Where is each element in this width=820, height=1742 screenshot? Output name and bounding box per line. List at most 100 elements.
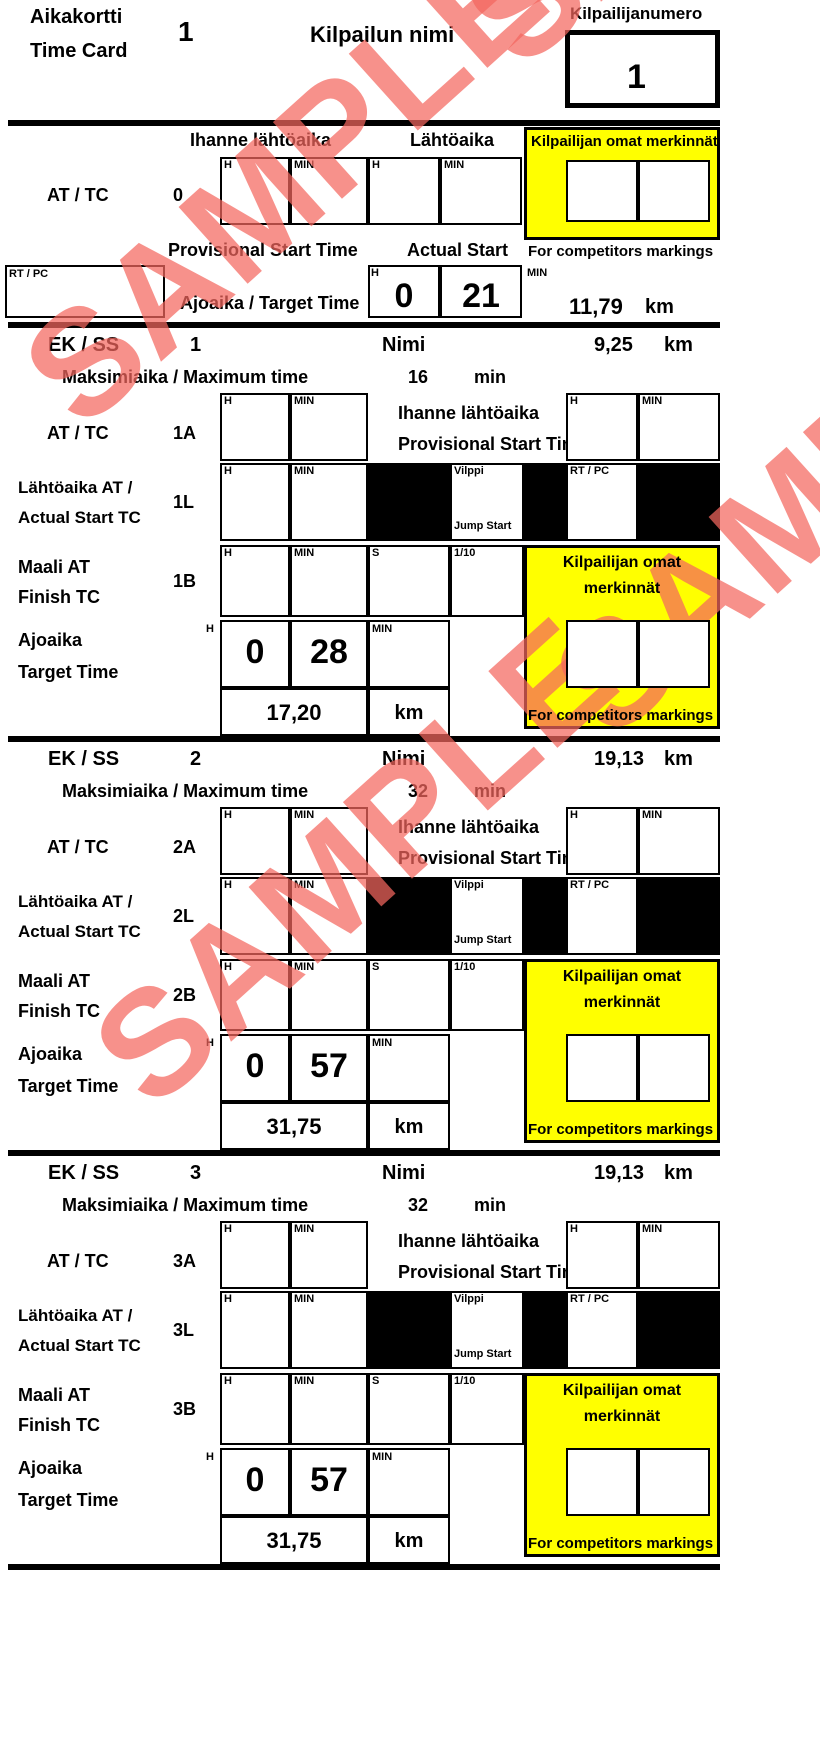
finish-code-2: 2B [173, 985, 197, 1005]
maksimiaika-label-1: Maksimiaika / Maximum time [62, 367, 309, 387]
provisional-start-time-label-2: Provisional Start Time [398, 848, 588, 868]
min-label-ideal-header: MIN [294, 159, 315, 171]
h-label-ajoaika-1: H [206, 623, 214, 635]
ajoaika-min-value-1: 28 [310, 633, 348, 671]
black-filler-start-3 [368, 1291, 450, 1369]
start-code-1: 1L [173, 492, 195, 512]
finish-tc-label-1: Finish TC [18, 587, 100, 607]
min-label-finish-2: MIN [294, 961, 315, 973]
max-time-value-3: 32 [408, 1195, 429, 1215]
h-label-prov-1: H [570, 395, 578, 407]
nimi-label-1: Nimi [382, 334, 426, 356]
at-tc-label-2: AT / TC [47, 837, 109, 857]
ajoaika-h-value-3: 0 [245, 1461, 265, 1499]
h-label-start-1: H [224, 465, 232, 477]
h-label-ideal-header: H [224, 159, 232, 171]
h-label-finish-3: H [224, 1375, 232, 1387]
kilpailijan-omat-2: Kilpailijan omat [562, 968, 682, 985]
min-label-ajoaika-1: MIN [372, 623, 393, 635]
h-label-at-2: H [224, 809, 232, 821]
finish-s-box-1[interactable] [368, 545, 450, 617]
provisional-start-time-label-1: Provisional Start Time [398, 434, 588, 454]
header-distance-unit: km [645, 296, 674, 318]
tenth-label-finish-2: 1/10 [454, 961, 476, 973]
event-name-label: Kilpailun nimi [310, 22, 455, 47]
lahtoaika-label: Lähtöaika [410, 130, 495, 150]
ihanne-lahtoaika-label-2: Ihanne lähtöaika [398, 817, 540, 837]
provisional-start-time-label-3: Provisional Start Time [398, 1262, 588, 1282]
competitor-markings-cell-1[interactable] [566, 160, 638, 222]
header-divider [8, 120, 720, 126]
road-distance-value-3: 31,75 [266, 1528, 322, 1553]
competitor-markings-cell-3-a[interactable] [566, 1448, 638, 1516]
finish-s-box-2[interactable] [368, 959, 450, 1031]
ajoaika-h-value-1: 0 [245, 633, 265, 671]
actual-start-tc-label-3: Actual Start TC [18, 1336, 141, 1355]
jump-start-label-3: Jump Start [454, 1348, 512, 1360]
min-label-start-1: MIN [294, 465, 315, 477]
stage-distance-1: 9,25 [594, 334, 633, 356]
s-label-finish-3: S [372, 1375, 380, 1387]
road-distance-value-1: 17,20 [266, 700, 322, 725]
min-label-ajoaika-2: MIN [372, 1037, 393, 1049]
min-label-finish-3: MIN [294, 1375, 315, 1387]
stage-2-divider [8, 1150, 720, 1156]
rt-pc-label-1: RT / PC [570, 465, 610, 477]
at-tc-code-header: 0 [173, 185, 184, 205]
min-label-at-2: MIN [294, 809, 315, 821]
sample-watermark-1: SAMPLE [0, 0, 578, 457]
black-filler-start-2b [524, 877, 566, 955]
actual-start-label: Actual Start [407, 240, 509, 260]
competitor-markings-cell-1-a[interactable] [566, 620, 638, 688]
jump-start-label-2: Jump Start [454, 934, 512, 946]
h-label-start-2: H [224, 879, 232, 891]
competitor-markings-cell-2-a[interactable] [566, 1034, 638, 1102]
stage-number-1: 1 [190, 334, 202, 356]
min-label-finish-1: MIN [294, 547, 315, 559]
stage-distance-unit-2: km [664, 748, 693, 770]
min-label-at-1: MIN [294, 395, 315, 407]
maksimiaika-label-3: Maksimiaika / Maximum time [62, 1195, 309, 1215]
vilppi-label-2: Vilppi [454, 879, 484, 891]
start-code-2: 2L [173, 906, 195, 926]
at-tc-label-1: AT / TC [47, 423, 109, 443]
nimi-label-2: Nimi [382, 748, 426, 770]
h-label-at-1: H [224, 395, 232, 407]
ajoaika-min-value-2: 57 [310, 1047, 348, 1085]
competitor-markings-cell-2[interactable] [638, 160, 710, 222]
ajoaika-label-1: Ajoaika [18, 630, 83, 650]
max-time-value-2: 32 [408, 781, 429, 801]
competitor-markings-cell-1-b[interactable] [638, 620, 710, 688]
maali-at-label-2: Maali AT [18, 971, 91, 991]
finish-s-box-3[interactable] [368, 1373, 450, 1445]
competitor-markings-cell-3-b[interactable] [638, 1448, 710, 1516]
min-label-prov-2: MIN [642, 809, 663, 821]
h-label-prov-2: H [570, 809, 578, 821]
for-competitors-markings-3: For competitors markings [528, 1535, 714, 1552]
rt-pc-label-2: RT / PC [570, 879, 610, 891]
finish-code-1: 1B [173, 571, 197, 591]
lahtoaika-at-label-2: Lähtöaika AT / [18, 892, 133, 911]
at-code-3: 3A [173, 1251, 197, 1271]
at-code-1: 1A [173, 423, 197, 443]
maali-at-label-1: Maali AT [18, 557, 91, 577]
for-competitors-markings-2: For competitors markings [528, 1121, 714, 1138]
h-label-finish-1: H [224, 547, 232, 559]
black-filler-start-1b [524, 463, 566, 541]
for-competitors-markings-header: For competitors markings [528, 243, 714, 260]
min-label-prov-3: MIN [642, 1223, 663, 1235]
min-label-target-header: MIN [527, 267, 548, 279]
competitor-number: 1 [627, 58, 646, 96]
header-bottom-divider [8, 322, 720, 328]
ajoaika-h-value-2: 0 [245, 1047, 265, 1085]
competitor-number-label: Kilpailijanumero [570, 4, 703, 23]
h-label-ajoaika-2: H [206, 1037, 214, 1049]
black-filler-start-3c [638, 1291, 720, 1369]
finish-code-3: 3B [173, 1399, 197, 1419]
ek-ss-label-3: EK / SS [48, 1162, 120, 1184]
for-competitors-markings-1: For competitors markings [528, 707, 714, 724]
competitor-markings-cell-2-b[interactable] [638, 1034, 710, 1102]
provisional-start-time-label: Provisional Start Time [168, 240, 358, 260]
stage-number-3: 3 [190, 1162, 202, 1184]
stage-number-2: 2 [190, 748, 202, 770]
